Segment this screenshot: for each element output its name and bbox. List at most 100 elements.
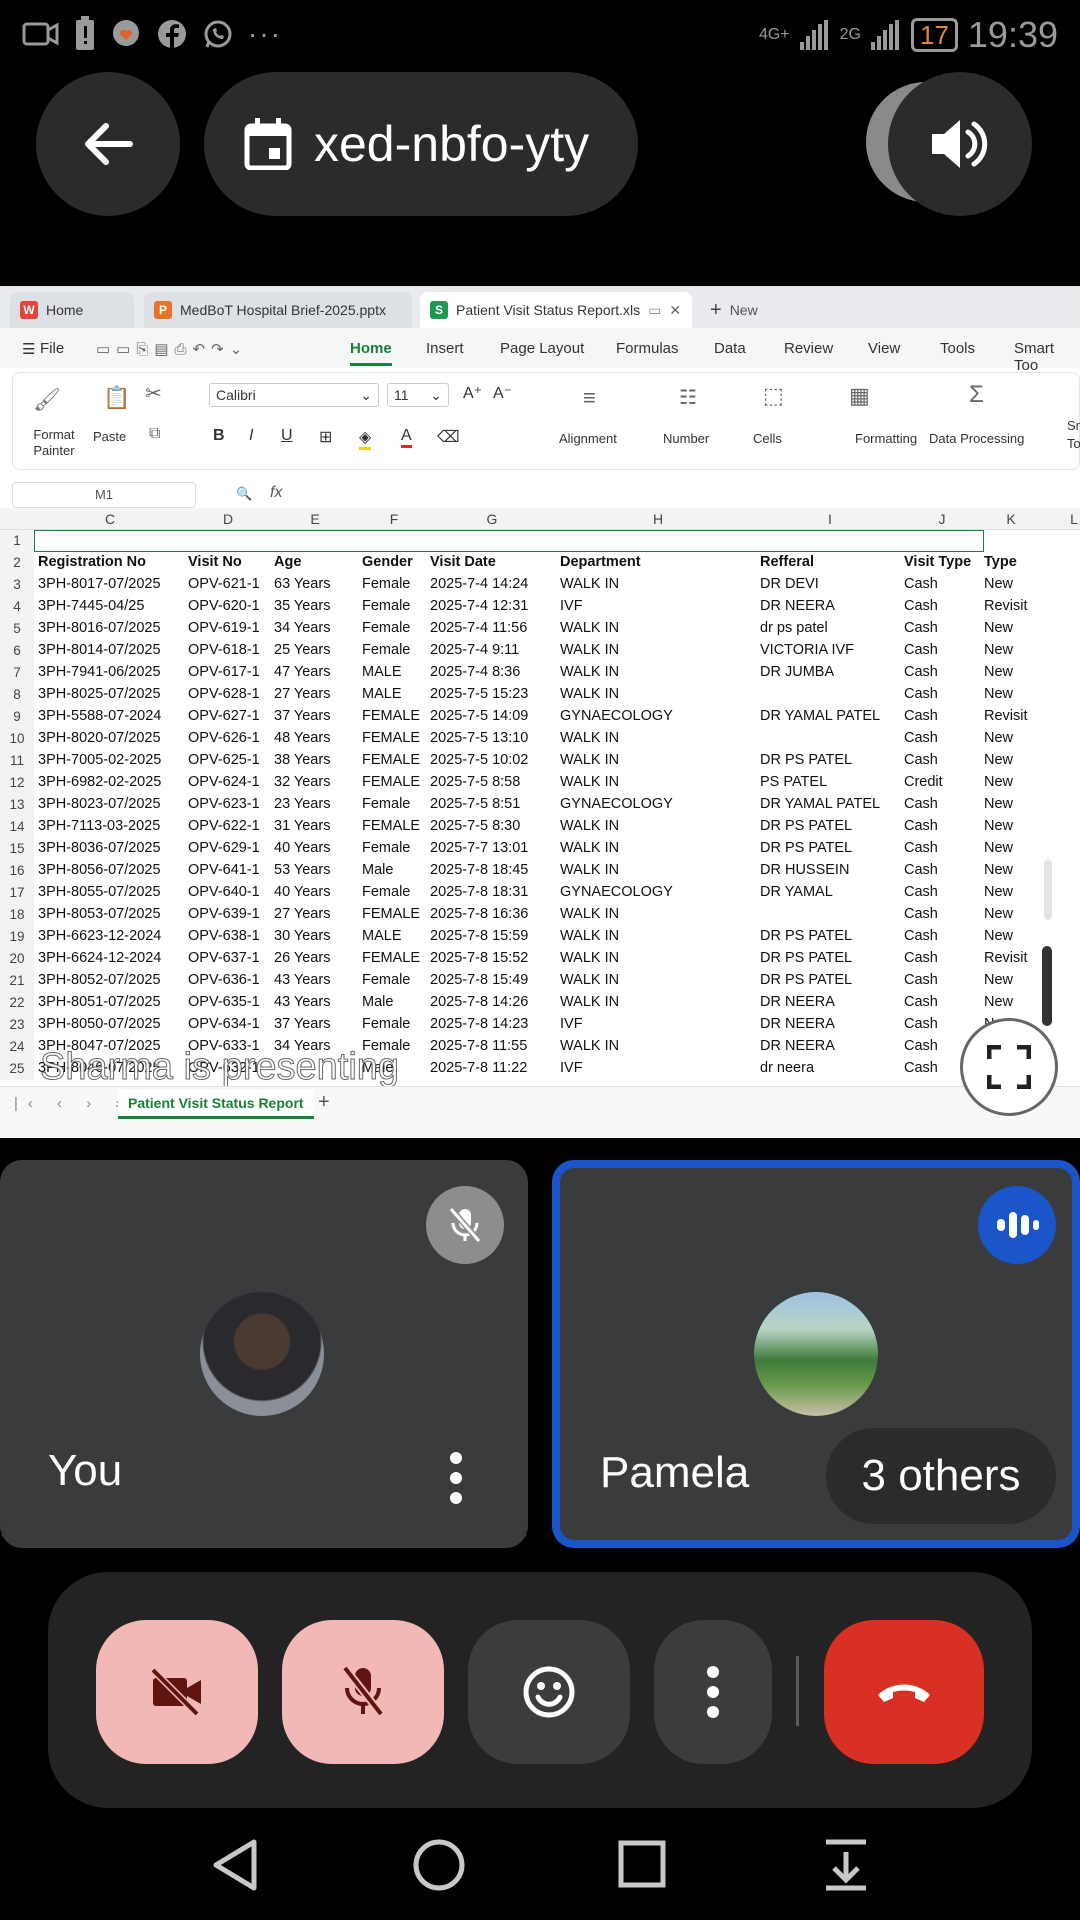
- table-cell[interactable]: 3PH-6624-12-2024: [38, 950, 161, 966]
- row-number[interactable]: 24: [0, 1036, 34, 1058]
- table-cell[interactable]: 43 Years: [274, 994, 330, 1010]
- table-cell[interactable]: 2025-7-5 8:58: [430, 774, 520, 790]
- table-cell[interactable]: DR NEERA: [760, 1038, 835, 1054]
- row-number[interactable]: 10: [0, 728, 34, 750]
- table-cell[interactable]: Cash: [904, 972, 938, 988]
- clear-format-icon[interactable]: ⌫: [437, 427, 460, 447]
- copy-icon[interactable]: ⧉: [149, 425, 160, 443]
- table-cell[interactable]: 2025-7-8 14:23: [430, 1016, 528, 1032]
- table-cell[interactable]: New: [984, 840, 1013, 856]
- table-cell[interactable]: OPV-637-1: [188, 950, 260, 966]
- column-title[interactable]: Department: [560, 554, 641, 570]
- close-tab-icon[interactable]: ✕: [669, 302, 681, 319]
- column-title[interactable]: Refferal: [760, 554, 814, 570]
- table-row[interactable]: 23 3PH-8050-07/2025 OPV-634-1 37 Years Femal…: [0, 1014, 1080, 1036]
- row-number[interactable]: 22: [0, 992, 34, 1014]
- table-cell[interactable]: 2025-7-5 8:51: [430, 796, 520, 812]
- formatting-button[interactable]: Formatting: [855, 431, 917, 446]
- tab-pptx[interactable]: P MedBoT Hospital Brief-2025.pptx: [144, 292, 412, 328]
- row-number[interactable]: 2: [0, 552, 34, 574]
- table-cell[interactable]: Cash: [904, 994, 938, 1010]
- table-cell[interactable]: Female: [362, 796, 410, 812]
- table-cell[interactable]: 3PH-8016-07/2025: [38, 620, 161, 636]
- table-cell[interactable]: 2025-7-8 15:59: [430, 928, 528, 944]
- table-cell[interactable]: New: [984, 796, 1013, 812]
- table-cell[interactable]: OPV-621-1: [188, 576, 260, 592]
- table-cell[interactable]: 2025-7-8 11:55: [430, 1038, 527, 1054]
- table-cell[interactable]: 2025-7-7 13:01: [430, 840, 528, 856]
- table-row[interactable]: 4 3PH-7445-04/25 OPV-620-1 35 Years Female 20…: [0, 596, 1080, 618]
- table-cell[interactable]: New: [984, 862, 1013, 878]
- borders-icon[interactable]: ⊞: [319, 427, 332, 447]
- table-cell[interactable]: 2025-7-5 15:23: [430, 686, 528, 702]
- table-cell[interactable]: Female: [362, 884, 410, 900]
- column-header[interactable]: F: [390, 511, 399, 527]
- table-cell[interactable]: WALK IN: [560, 664, 619, 680]
- table-cell[interactable]: FEMALE: [362, 752, 420, 768]
- table-cell[interactable]: DR PS PATEL: [760, 928, 852, 944]
- table-cell[interactable]: DR YAMAL PATEL: [760, 796, 880, 812]
- table-row[interactable]: 10 3PH-8020-07/2025 OPV-626-1 48 Years FEMAL…: [0, 728, 1080, 750]
- table-cell[interactable]: 3PH-8017-07/2025: [38, 576, 161, 592]
- table-cell[interactable]: OPV-629-1: [188, 840, 260, 856]
- table-cell[interactable]: 2025-7-8 16:36: [430, 906, 528, 922]
- column-header[interactable]: I: [828, 511, 832, 527]
- table-cell[interactable]: New: [984, 576, 1013, 592]
- table-cell[interactable]: 23 Years: [274, 796, 330, 812]
- table-cell[interactable]: New: [984, 884, 1013, 900]
- table-cell[interactable]: 2025-7-4 11:56: [430, 620, 527, 636]
- table-cell[interactable]: New: [984, 686, 1013, 702]
- table-cell[interactable]: OPV-619-1: [188, 620, 260, 636]
- table-cell[interactable]: dr ps patel: [760, 620, 828, 636]
- table-row[interactable]: 15 3PH-8036-07/2025 OPV-629-1 40 Years Femal…: [0, 838, 1080, 860]
- table-cell[interactable]: Female: [362, 840, 410, 856]
- table-row[interactable]: 21 3PH-8052-07/2025 OPV-636-1 43 Years Femal…: [0, 970, 1080, 992]
- table-cell[interactable]: VICTORIA IVF: [760, 642, 854, 658]
- menu-formulas[interactable]: Formulas: [616, 340, 679, 357]
- table-cell[interactable]: New: [984, 818, 1013, 834]
- cut-icon[interactable]: ✂: [145, 381, 162, 406]
- column-title[interactable]: Visit Date: [430, 554, 496, 570]
- table-cell[interactable]: 27 Years: [274, 686, 330, 702]
- table-row[interactable]: 5 3PH-8016-07/2025 OPV-619-1 34 Years Female…: [0, 618, 1080, 640]
- table-cell[interactable]: MALE: [362, 928, 402, 944]
- menu-smart-tools[interactable]: Smart Too: [1014, 340, 1080, 374]
- quick-access-icons[interactable]: ▭▭⎘▤⎙↶↷⌄: [96, 340, 248, 358]
- table-cell[interactable]: 2025-7-8 18:45: [430, 862, 528, 878]
- table-cell[interactable]: DR PS PATEL: [760, 972, 852, 988]
- table-cell[interactable]: Revisit: [984, 708, 1028, 724]
- table-cell[interactable]: IVF: [560, 1060, 583, 1076]
- table-cell[interactable]: GYNAECOLOGY: [560, 884, 673, 900]
- column-title[interactable]: Registration No: [38, 554, 146, 570]
- camera-toggle-button[interactable]: [96, 1620, 258, 1764]
- table-cell[interactable]: WALK IN: [560, 774, 619, 790]
- table-cell[interactable]: FEMALE: [362, 818, 420, 834]
- row-number[interactable]: 1: [0, 530, 34, 552]
- table-cell[interactable]: WALK IN: [560, 840, 619, 856]
- column-title[interactable]: Type: [984, 554, 1017, 570]
- table-cell[interactable]: Cash: [904, 950, 938, 966]
- table-cell[interactable]: 30 Years: [274, 928, 330, 944]
- table-cell[interactable]: MALE: [362, 664, 402, 680]
- table-cell[interactable]: Credit: [904, 774, 943, 790]
- data-processing-button[interactable]: Data Processing: [929, 431, 1024, 446]
- column-header[interactable]: L: [1070, 511, 1078, 527]
- row-number[interactable]: 21: [0, 970, 34, 992]
- table-row[interactable]: 16 3PH-8056-07/2025 OPV-641-1 53 Years Male 2…: [0, 860, 1080, 882]
- font-name-select[interactable]: Calibri ⌄: [209, 383, 379, 407]
- menu-home[interactable]: Home: [350, 340, 392, 366]
- table-cell[interactable]: Cash: [904, 1038, 938, 1054]
- column-title[interactable]: Visit Type: [904, 554, 971, 570]
- column-header[interactable]: G: [487, 511, 498, 527]
- table-cell[interactable]: Cash: [904, 884, 938, 900]
- table-cell[interactable]: DR DEVI: [760, 576, 819, 592]
- menu-insert[interactable]: Insert: [426, 340, 464, 357]
- table-cell[interactable]: 26 Years: [274, 950, 330, 966]
- table-cell[interactable]: Female: [362, 620, 410, 636]
- table-cell[interactable]: 40 Years: [274, 884, 330, 900]
- italic-icon[interactable]: I: [249, 427, 253, 445]
- table-cell[interactable]: 3PH-7005-02-2025: [38, 752, 161, 768]
- table-row[interactable]: 6 3PH-8014-07/2025 OPV-618-1 25 Years Female…: [0, 640, 1080, 662]
- more-options-icon[interactable]: [444, 1450, 468, 1506]
- table-cell[interactable]: 2025-7-8 15:49: [430, 972, 528, 988]
